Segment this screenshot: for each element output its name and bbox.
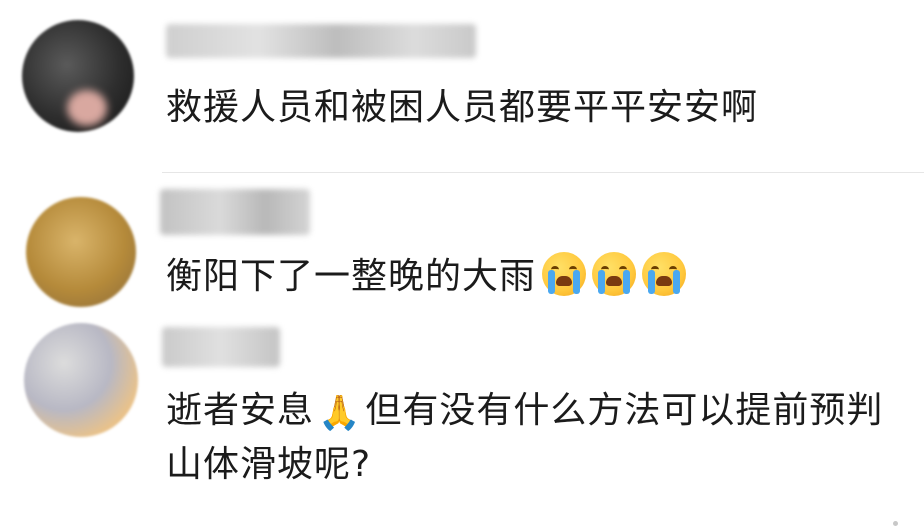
avatar-highlight: [67, 90, 107, 126]
loudly-crying-face-icon: [642, 252, 687, 296]
comment-item-3: 逝者安息 🙏 但有没有什么方法可以提前预判 山体滑坡呢?: [0, 315, 924, 532]
username-blurred[interactable]: [160, 189, 310, 235]
user-avatar[interactable]: [24, 323, 138, 437]
user-avatar[interactable]: [26, 197, 136, 307]
comment-text: 衡阳下了一整晚的大雨: [166, 251, 687, 303]
user-avatar[interactable]: [22, 20, 134, 132]
comment-text-line2: 山体滑坡呢?: [166, 444, 372, 485]
loudly-crying-face-icon: [592, 252, 637, 296]
comment-divider: [162, 172, 924, 173]
comment-item-1: 救援人员和被困人员都要平平安安啊: [0, 0, 924, 175]
comment-text-content: 衡阳下了一整晚的大雨: [166, 256, 537, 297]
username-blurred[interactable]: [162, 327, 280, 367]
comment-text-part2: 但有没有什么方法可以提前预判: [365, 390, 884, 431]
comment-text-part1: 逝者安息: [166, 390, 315, 431]
comment-text: 逝者安息 🙏 但有没有什么方法可以提前预判: [166, 385, 883, 439]
comment-text: 救援人员和被困人员都要平平安安啊: [166, 87, 759, 128]
folded-hands-icon: 🙏: [318, 393, 362, 433]
corner-dot: [893, 521, 898, 526]
comment-item-2: 衡阳下了一整晚的大雨: [0, 175, 924, 315]
username-blurred[interactable]: [166, 24, 476, 58]
loudly-crying-face-icon: [542, 252, 587, 296]
